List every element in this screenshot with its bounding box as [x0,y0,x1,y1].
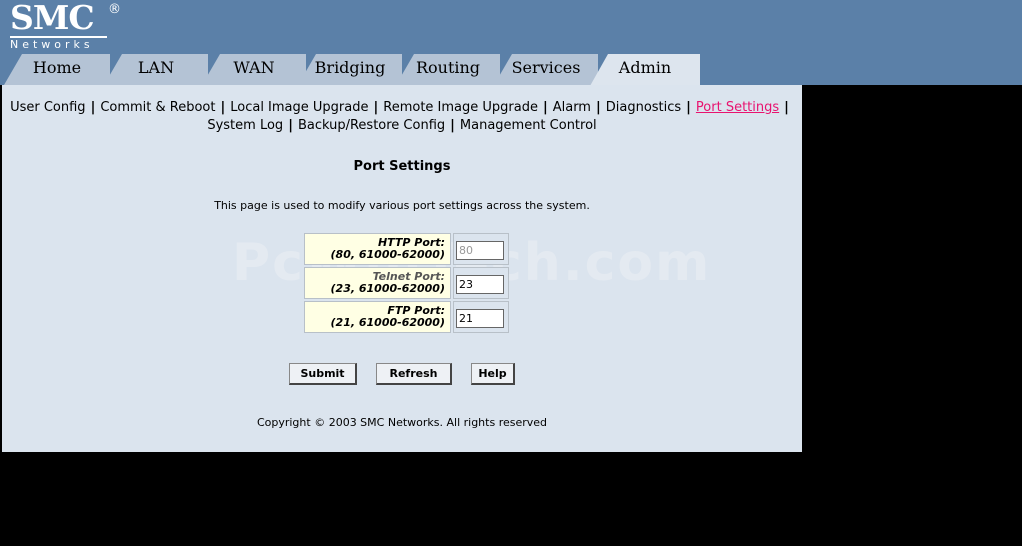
submenu-separator: | [288,118,293,133]
tab-label: LAN [137,58,175,77]
tab-label: WAN [233,58,275,77]
copyright-footer: Copyright © 2003 SMC Networks. All right… [256,416,548,429]
http-port-label: HTTP Port: (80, 61000-62000) [304,233,451,265]
submenu-separator: | [373,100,379,115]
http-port-input[interactable] [456,240,504,260]
tab-label: Services [511,58,581,77]
submenu-user-config[interactable]: User Config [10,100,85,115]
help-button[interactable]: Help [471,363,515,385]
refresh-button[interactable]: Refresh [376,363,452,385]
ftp-port-input[interactable] [456,308,504,328]
submenu-separator: | [90,100,96,115]
content-panel: User Config | Commit & Reboot | Local Image … [2,85,802,452]
submenu-local-image-upgrade[interactable]: Local Image Upgrade [230,100,368,115]
logo-registered-mark: ® [108,2,121,17]
tab-admin[interactable]: Admin [590,54,700,86]
logo-subtitle: Networks [10,38,94,51]
main-tabs: Home LAN WAN Bridging Routing Services A… [0,54,720,86]
submenu-port-settings[interactable]: Port Settings [696,100,779,115]
submenu-separator: | [220,100,226,115]
tab-label: Admin [618,58,672,77]
tab-home[interactable]: Home [4,54,110,85]
submenu-row-1: User Config | Commit & Reboot | Local Image … [2,99,802,117]
submenu-separator: | [542,100,548,115]
page-description: This page is used to modify various port… [214,199,590,212]
ftp-port-cell [453,301,509,333]
port-range-text: (80, 61000-62000) [330,248,445,261]
submenu-management-control[interactable]: Management Control [460,118,597,133]
telnet-port-cell [453,267,509,299]
submenu-commit-reboot[interactable]: Commit & Reboot [100,100,215,115]
smc-logo: SMC ® Networks [8,0,128,56]
submenu-backup-restore-config[interactable]: Backup/Restore Config [298,118,445,133]
header-bar: SMC ® Networks Home LAN WAN Bridging Rou… [0,0,1022,86]
submenu-separator: | [595,100,601,115]
ftp-port-label: FTP Port: (21, 61000-62000) [304,301,451,333]
tab-services[interactable]: Services [494,54,598,85]
http-port-cell [453,233,509,265]
submit-button[interactable]: Submit [289,363,357,385]
tab-label: Bridging [314,58,386,77]
admin-submenu: User Config | Commit & Reboot | Local Image … [2,99,802,135]
tab-wan[interactable]: WAN [202,54,306,85]
tab-label: Routing [415,58,481,77]
submenu-row-2: System Log | Backup/Restore Config | Managem… [2,117,802,135]
logo-brand: SMC [10,0,95,37]
submenu-system-log[interactable]: System Log [207,118,283,133]
telnet-port-label: Telnet Port: (23, 61000-62000) [304,267,451,299]
tab-bridging[interactable]: Bridging [298,54,402,85]
telnet-port-input[interactable] [456,274,504,294]
table-row: Telnet Port: (23, 61000-62000) [304,267,509,299]
submenu-remote-image-upgrade[interactable]: Remote Image Upgrade [383,100,538,115]
tab-label: Home [32,58,82,77]
submenu-separator: | [450,118,455,133]
table-row: FTP Port: (21, 61000-62000) [304,301,509,333]
port-settings-table: HTTP Port: (80, 61000-62000) Telnet Port… [302,231,511,335]
submenu-separator: | [784,100,789,115]
submenu-diagnostics[interactable]: Diagnostics [606,100,681,115]
submenu-separator: | [686,100,691,115]
port-range-text: (23, 61000-62000) [330,282,445,295]
page-title: Port Settings [353,159,451,174]
port-range-text: (21, 61000-62000) [330,316,445,329]
tab-routing[interactable]: Routing [396,54,500,85]
submenu-alarm[interactable]: Alarm [553,100,591,115]
tab-lan[interactable]: LAN [104,54,208,85]
table-row: HTTP Port: (80, 61000-62000) [304,233,509,265]
